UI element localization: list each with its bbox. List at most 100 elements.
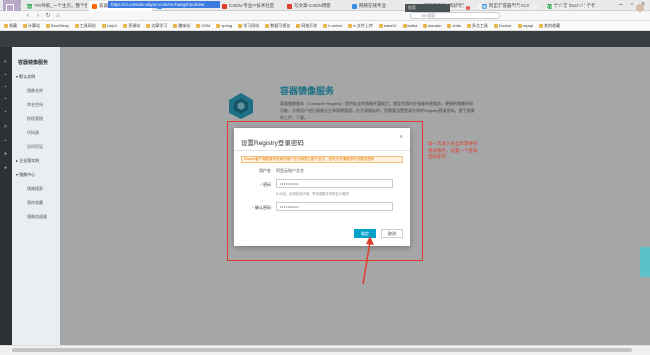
product-icon-2[interactable]: ▪ — [2, 85, 9, 90]
bookmark-item[interactable]: 计算站 — [23, 23, 40, 29]
sidebar-item-credentials[interactable]: 访问凭证 — [27, 144, 43, 150]
browser-search-input[interactable]: 360搜索 — [410, 12, 500, 19]
folder-icon — [101, 23, 106, 28]
sidebar-item-accelerator[interactable]: 镜像加速器 — [27, 214, 47, 220]
required-mark: * — [260, 182, 262, 187]
bookmark-item[interactable]: 数据可视化 — [265, 23, 290, 29]
console-nav-item[interactable]: 消息 1 — [455, 4, 470, 12]
feedback-widget[interactable] — [640, 247, 650, 277]
console-top-nav — [0, 31, 650, 47]
bookmark-label: 工具网站 — [79, 22, 96, 28]
sidebar-group-default-instance[interactable]: ▾ 默认实例 — [16, 74, 35, 80]
console-nav-item[interactable]: 简体中文 — [577, 4, 597, 12]
home-icon[interactable]: ⌂ — [54, 12, 62, 20]
bookmark-item[interactable]: 资源站 — [123, 23, 140, 29]
bookmark-item[interactable]: dandan — [423, 23, 441, 28]
bookmark-item[interactable]: Docker — [493, 23, 512, 28]
sidebar-item-namespaces[interactable]: 命名空间 — [27, 102, 43, 108]
aliyun-logo-icon[interactable] — [6, 4, 14, 12]
folder-icon — [74, 23, 79, 28]
bookmark-item[interactable]: BootStrap — [46, 23, 69, 28]
folder-icon — [493, 23, 498, 28]
sidebar-item-auth[interactable]: 授权管理 — [27, 116, 43, 122]
bookmark-item[interactable]: 网络开发 — [296, 23, 317, 29]
dialog-notice: Docker客户端登录时使用的用户名为阿里云账户全名，密码为开通服务时设置的密码 — [241, 156, 403, 163]
bookmark-item[interactable]: mysql — [517, 23, 533, 28]
back-icon[interactable]: ‹ — [24, 12, 32, 20]
bookmark-item[interactable]: 学习网站 — [238, 23, 259, 29]
username-value: 阿里云账户全名 — [276, 168, 304, 173]
folder-icon — [402, 23, 407, 28]
browser-tab[interactable]: 网络在线专业 — [349, 1, 412, 11]
product-icon-7[interactable]: ● — [2, 152, 9, 157]
bookmark-label: dandan — [428, 23, 442, 28]
sidebar-item-code-source[interactable]: 代码源 — [27, 130, 39, 136]
minimize-icon[interactable]: – — [617, 1, 625, 9]
bookmark-item[interactable]: spring — [216, 23, 232, 28]
password-input[interactable]: •••••••••• — [276, 179, 393, 188]
bookmark-label: 多点工具 — [471, 22, 488, 28]
cancel-button[interactable]: 取消 — [381, 229, 403, 238]
bookmark-item[interactable]: 达摩学习 — [146, 23, 167, 29]
bookmark-item[interactable]: OSM — [196, 23, 210, 28]
console-nav-item[interactable]: 费用 — [477, 4, 487, 12]
annotation-arrow-icon — [362, 236, 374, 285]
bookmark-item[interactable]: b-select — [323, 23, 342, 28]
dialog-title: 设置Registry登录密码 — [241, 140, 304, 147]
product-icon-5[interactable]: ✕ — [2, 125, 9, 130]
bookmark-item[interactable]: 工具网站 — [74, 22, 96, 29]
browser-tab[interactable]: 写文章-CSDN博客 — [284, 1, 347, 11]
sidebar-group-image-center[interactable]: ▾ 镜像中心 — [16, 172, 35, 178]
browser-tab[interactable]: CSDN-专业IT技术社区 — [219, 1, 282, 11]
forward-icon[interactable]: › — [34, 12, 42, 20]
console-nav-items: 消息 1 费用 工单 备案 企业 支持与服务 简体中文 — [455, 4, 597, 12]
bookmark-item[interactable]: kafka — [402, 23, 417, 28]
bookmark-label: 其他收藏 — [544, 22, 561, 28]
console-search-input[interactable]: 搜索 — [405, 4, 450, 12]
bookmark-label: spring — [221, 23, 233, 28]
bookmark-label: b-select — [328, 23, 343, 28]
product-icon-6[interactable]: ▪ — [2, 139, 9, 144]
user-avatar[interactable] — [636, 4, 644, 12]
username-label: 用户名 — [259, 168, 271, 173]
bookmark-label: BootStrap — [51, 23, 69, 28]
console-nav-item[interactable]: 备案 — [511, 4, 521, 12]
dialog-divider — [234, 150, 410, 151]
address-bar — [0, 11, 650, 21]
bookmark-item[interactable]: 其他收藏 — [539, 23, 560, 29]
folder-icon — [378, 23, 383, 28]
dialog-close-icon[interactable]: × — [399, 134, 403, 141]
bookmark-item[interactable]: zhifu — [447, 23, 461, 28]
bookmark-label: OSM — [201, 23, 211, 28]
bookmark-label: 网络开发 — [301, 22, 318, 28]
product-icon-1[interactable]: ▪ — [2, 73, 9, 78]
scrollbar-thumb[interactable] — [12, 348, 632, 352]
bookmark-item[interactable]: easeUI — [378, 23, 397, 28]
console-nav-label: 简体中文 — [577, 5, 598, 11]
product-icon-3[interactable]: ▪ — [2, 97, 9, 102]
bookmark-item[interactable]: b-文件上传 — [348, 23, 373, 29]
console-nav-label: 支持与服务 — [545, 5, 571, 11]
refresh-icon[interactable]: ↻ — [44, 12, 52, 20]
console-nav-item[interactable]: 支持与服务 — [545, 4, 570, 12]
product-icon-4[interactable]: ▪ — [2, 110, 9, 115]
menu-icon[interactable]: ≡ — [2, 60, 9, 65]
console-brand[interactable]: 管理控制台 — [20, 5, 45, 12]
folder-icon — [447, 23, 452, 28]
bookmark-item[interactable]: LayUI — [101, 23, 117, 28]
product-icon-8[interactable]: ● — [2, 166, 9, 171]
sidebar-item-favorites[interactable]: 我的收藏 — [27, 200, 43, 206]
console-nav-item[interactable]: 工单 — [494, 4, 504, 12]
bookmark-item[interactable]: 收藏 — [4, 23, 17, 29]
console-nav-item[interactable]: 企业 — [528, 4, 538, 12]
bookmark-label: 数据可视化 — [270, 22, 291, 28]
bookmark-item[interactable]: 多点工具 — [466, 22, 488, 29]
url-input[interactable]: https://cr.console.aliyun.com/cn-hangzho… — [108, 1, 220, 8]
confirm-password-input[interactable]: •••••••••• — [276, 202, 393, 211]
tab-label: 写文章-CSDN博客 — [294, 3, 331, 8]
maximize-icon[interactable]: ▫ — [628, 1, 636, 9]
sidebar-group-enterprise[interactable]: ▸ 企业版实例 — [16, 158, 39, 164]
sidebar-item-repos[interactable]: 镜像仓库 — [27, 88, 43, 94]
sidebar-item-image-search[interactable]: 镜像搜索 — [27, 186, 43, 192]
bookmark-item[interactable]: 趣味站 — [173, 23, 190, 29]
